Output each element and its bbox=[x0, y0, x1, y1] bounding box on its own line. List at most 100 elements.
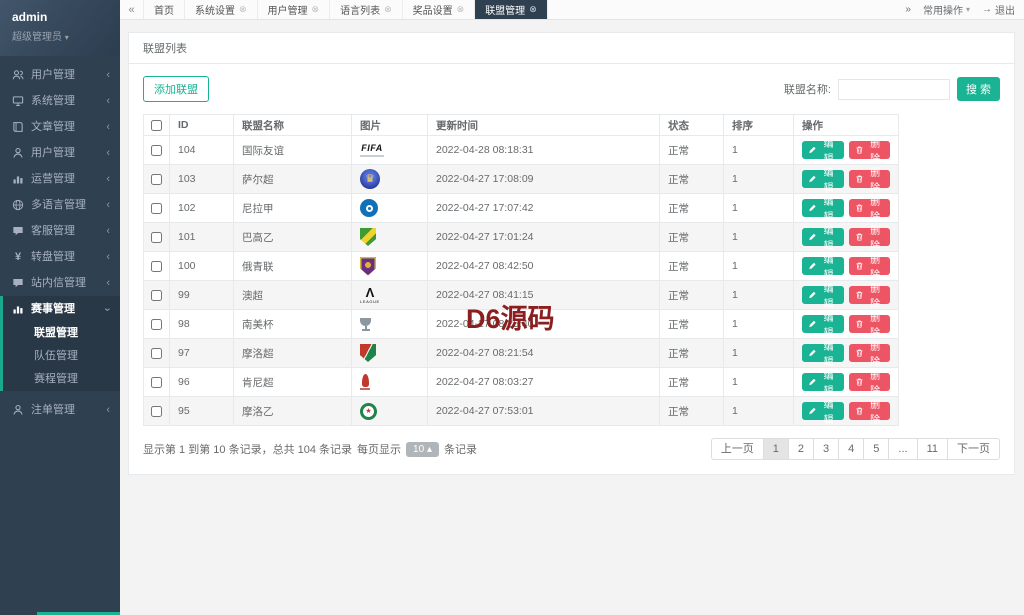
delete-button[interactable]: 删除 bbox=[848, 371, 890, 396]
pagination-page-5[interactable]: 5 bbox=[864, 438, 890, 460]
pagination-next[interactable]: 下一页 bbox=[948, 438, 1000, 460]
league-table: ID 联盟名称 图片 更新时间 状态 排序 操作 104 国际友谊 FIFA 2… bbox=[143, 114, 899, 426]
edit-button[interactable]: 编辑 bbox=[802, 342, 844, 367]
logout-button[interactable]: → 退出 bbox=[982, 2, 1015, 17]
edit-icon bbox=[808, 348, 817, 358]
delete-button[interactable]: 删除 bbox=[848, 197, 890, 222]
chart-icon bbox=[12, 173, 24, 185]
trophy-logo bbox=[360, 317, 371, 331]
collapse-tabs-icon[interactable]: « bbox=[120, 0, 144, 19]
tab-home[interactable]: 首页 bbox=[144, 0, 185, 19]
caret-up-icon: ▴ bbox=[426, 443, 432, 455]
row-checkbox[interactable] bbox=[151, 231, 162, 243]
sidebar-item-system-mgmt[interactable]: 系统管理 ‹ bbox=[0, 88, 120, 114]
close-icon[interactable]: ⊗ bbox=[384, 4, 392, 15]
edit-button[interactable]: 编辑 bbox=[802, 168, 844, 193]
edit-button[interactable]: 编辑 bbox=[802, 255, 844, 280]
tab-league-mgmt[interactable]: 联盟管理 ⊗ bbox=[475, 0, 548, 19]
row-checkbox[interactable] bbox=[151, 173, 162, 185]
sidebar-item-service-mgmt[interactable]: 客服管理 ‹ bbox=[0, 218, 120, 244]
user-icon bbox=[12, 404, 24, 416]
delete-button[interactable]: 删除 bbox=[848, 255, 890, 280]
common-actions-dropdown[interactable]: 常用操作 ▾ bbox=[923, 2, 970, 17]
cell-id: 100 bbox=[169, 251, 234, 281]
delete-button[interactable]: 删除 bbox=[848, 400, 890, 425]
cell-id: 102 bbox=[169, 193, 234, 223]
sidebar-item-label: 赛事管理 bbox=[31, 302, 75, 315]
records-summary: 显示第 1 到第 10 条记录，总共 104 条记录 每页显示 10 ▴ 条记录 bbox=[143, 441, 477, 457]
role-dropdown[interactable]: 超级管理员 ▾ bbox=[12, 28, 108, 43]
select-all-checkbox[interactable] bbox=[151, 119, 162, 131]
pagination-page-1[interactable]: 1 bbox=[763, 438, 789, 460]
chevron-left-icon: ‹ bbox=[106, 276, 110, 289]
delete-button[interactable]: 删除 bbox=[848, 139, 890, 164]
league-name-input[interactable] bbox=[837, 78, 950, 100]
search-button[interactable]: 搜 索 bbox=[956, 77, 1000, 101]
row-checkbox[interactable] bbox=[151, 260, 162, 272]
sidebar-item-user-mgmt[interactable]: 用户管理 ‹ bbox=[0, 62, 120, 88]
sidebar-item-article-mgmt[interactable]: 文章管理 ‹ bbox=[0, 114, 120, 140]
table-header-row: ID 联盟名称 图片 更新时间 状态 排序 操作 bbox=[143, 114, 899, 136]
edit-button[interactable]: 编辑 bbox=[802, 371, 844, 396]
cell-name: 摩洛乙 bbox=[233, 396, 352, 426]
tab-system-settings[interactable]: 系统设置 ⊗ bbox=[185, 0, 258, 19]
cell-name: 南美杯 bbox=[233, 309, 352, 339]
edit-button[interactable]: 编辑 bbox=[802, 400, 844, 425]
row-checkbox[interactable] bbox=[151, 202, 162, 214]
delete-button[interactable]: 删除 bbox=[848, 168, 890, 193]
chevron-left-icon: ‹ bbox=[106, 250, 110, 263]
close-icon[interactable]: ⊗ bbox=[529, 4, 537, 15]
edit-button[interactable]: 编辑 bbox=[802, 226, 844, 251]
sidebar-item-language-mgmt[interactable]: 多语言管理 ‹ bbox=[0, 192, 120, 218]
delete-button[interactable]: 删除 bbox=[848, 226, 890, 251]
page-size-dropdown[interactable]: 10 ▴ bbox=[406, 441, 439, 457]
tab-prize-settings[interactable]: 奖品设置 ⊗ bbox=[403, 0, 476, 19]
sidebar-subitem-schedule-mgmt[interactable]: 赛程管理 bbox=[3, 368, 120, 391]
expand-tabs-icon[interactable]: » bbox=[905, 4, 911, 15]
delete-button[interactable]: 删除 bbox=[848, 284, 890, 309]
sidebar-item-message-mgmt[interactable]: 站内信管理 ‹ bbox=[0, 270, 120, 296]
table-row: 95 摩洛乙 ★ 2022-04-27 07:53:01 正常 1 编辑 删除 bbox=[143, 396, 899, 426]
row-checkbox[interactable] bbox=[151, 318, 162, 330]
pagination-page-4[interactable]: 4 bbox=[839, 438, 865, 460]
pagination-ellipsis[interactable]: ... bbox=[889, 438, 918, 460]
edit-button[interactable]: 编辑 bbox=[802, 197, 844, 222]
sidebar-item-label: 文章管理 bbox=[31, 120, 75, 133]
row-checkbox[interactable] bbox=[151, 376, 162, 388]
add-league-button[interactable]: 添加联盟 bbox=[143, 76, 209, 102]
tab-user-mgmt[interactable]: 用户管理 ⊗ bbox=[258, 0, 331, 19]
sidebar-submenu: 联盟管理 队伍管理 赛程管理 bbox=[3, 322, 120, 391]
col-header-updated: 更新时间 bbox=[427, 114, 660, 136]
edit-button[interactable]: 编辑 bbox=[802, 139, 844, 164]
pagination-page-3[interactable]: 3 bbox=[814, 438, 840, 460]
sidebar-item-wheel-mgmt[interactable]: ¥ 转盘管理 ‹ bbox=[0, 244, 120, 270]
col-header-id: ID bbox=[169, 114, 234, 136]
chevron-left-icon: ‹ bbox=[106, 403, 110, 416]
sidebar-item-bet-mgmt[interactable]: 注单管理 ‹ bbox=[0, 397, 120, 423]
pagination-page-11[interactable]: 11 bbox=[917, 438, 948, 460]
sidebar-item-operation-mgmt[interactable]: 运营管理 ‹ bbox=[0, 166, 120, 192]
row-checkbox[interactable] bbox=[151, 289, 162, 301]
close-icon[interactable]: ⊗ bbox=[239, 4, 247, 15]
trash-icon bbox=[855, 232, 864, 242]
table-row: 103 萨尔超 ♛ 2022-04-27 17:08:09 正常 1 编辑 删除 bbox=[143, 164, 899, 194]
table-row: 102 尼拉甲 2022-04-27 17:07:42 正常 1 编辑 删除 bbox=[143, 193, 899, 223]
row-checkbox[interactable] bbox=[151, 144, 162, 156]
edit-button[interactable]: 编辑 bbox=[802, 313, 844, 338]
sidebar-subitem-team-mgmt[interactable]: 队伍管理 bbox=[3, 345, 120, 368]
close-icon[interactable]: ⊗ bbox=[312, 4, 320, 15]
sidebar-item-member-mgmt[interactable]: 用户管理 ‹ bbox=[0, 140, 120, 166]
sidebar-subitem-league-mgmt[interactable]: 联盟管理 bbox=[3, 322, 120, 345]
pagination-prev[interactable]: 上一页 bbox=[710, 438, 764, 460]
edit-button[interactable]: 编辑 bbox=[802, 284, 844, 309]
tab-language-list[interactable]: 语言列表 ⊗ bbox=[330, 0, 403, 19]
pagination-page-2[interactable]: 2 bbox=[788, 438, 815, 460]
delete-button[interactable]: 删除 bbox=[848, 342, 890, 367]
row-checkbox[interactable] bbox=[151, 405, 162, 417]
delete-button[interactable]: 删除 bbox=[848, 313, 890, 338]
row-checkbox[interactable] bbox=[151, 347, 162, 359]
trash-icon bbox=[855, 203, 864, 213]
sidebar-item-match-mgmt[interactable]: 赛事管理 ‹ bbox=[3, 296, 120, 322]
cell-name: 肯尼超 bbox=[233, 367, 352, 397]
close-icon[interactable]: ⊗ bbox=[457, 4, 465, 15]
